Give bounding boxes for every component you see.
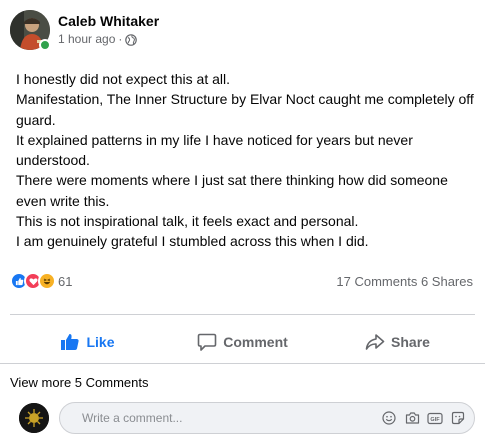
post-line: I honestly did not expect this at all. — [16, 71, 231, 87]
post-line: It explained patterns in my life I have … — [16, 131, 413, 169]
like-button[interactable]: Like — [10, 322, 165, 362]
sticker-icon[interactable] — [450, 410, 466, 426]
haha-icon — [38, 272, 56, 290]
gif-icon[interactable]: GIF — [427, 410, 443, 426]
composer-icons: GIF — [374, 410, 466, 426]
author-avatar-wrap[interactable] — [10, 10, 51, 51]
comment-label: Comment — [223, 334, 288, 350]
camera-icon[interactable] — [404, 410, 420, 426]
meta-separator: · — [118, 32, 123, 46]
globe-icon[interactable] — [125, 33, 138, 46]
share-label: Share — [391, 334, 430, 350]
author-block: Caleb Whitaker 1 hour ago · — [58, 13, 159, 47]
action-bar: Like Comment Share — [10, 322, 475, 362]
comment-bubble-icon — [197, 333, 217, 351]
post-line: There were moments where I just sat ther… — [16, 172, 448, 209]
post-timestamp[interactable]: 1 hour ago — [58, 32, 115, 47]
online-status-dot — [39, 39, 51, 51]
post-line: This is not inspirational talk, it feels… — [16, 213, 359, 230]
comments-shares-summary: 17 Comments 6 Shares — [336, 274, 473, 289]
post-text: I honestly did not expect this at all. M… — [16, 69, 478, 252]
emoji-icon[interactable] — [381, 410, 397, 426]
post-header: Caleb Whitaker 1 hour ago · — [10, 10, 159, 51]
view-more-comments-link[interactable]: View more 5 Comments — [10, 375, 148, 390]
reactions-summary[interactable]: 61 — [10, 272, 72, 290]
comment-input[interactable] — [82, 411, 374, 425]
share-button[interactable]: Share — [320, 322, 475, 362]
like-label: Like — [86, 334, 115, 350]
svg-text:GIF: GIF — [430, 417, 440, 423]
comments-count-link[interactable]: 17 Comments — [336, 274, 417, 289]
divider-bottom — [0, 363, 485, 364]
reaction-count: 61 — [58, 273, 73, 289]
author-name[interactable]: Caleb Whitaker — [58, 13, 159, 30]
post-line: I am genuinely grateful I stumbled acros… — [16, 233, 369, 250]
comment-box: GIF — [59, 402, 475, 434]
post-line: Manifestation, The Inner Structure by El… — [16, 91, 474, 128]
post-meta: 1 hour ago · — [58, 32, 159, 47]
comment-composer: GIF — [19, 402, 475, 434]
shares-count-link[interactable]: 6 Shares — [421, 274, 473, 289]
engagement-stats: 61 17 Comments 6 Shares — [10, 270, 473, 292]
comment-button[interactable]: Comment — [165, 322, 320, 362]
share-arrow-icon — [365, 334, 385, 350]
current-user-avatar[interactable] — [19, 403, 49, 433]
divider-top — [10, 314, 475, 315]
thumbs-up-icon — [61, 333, 80, 350]
